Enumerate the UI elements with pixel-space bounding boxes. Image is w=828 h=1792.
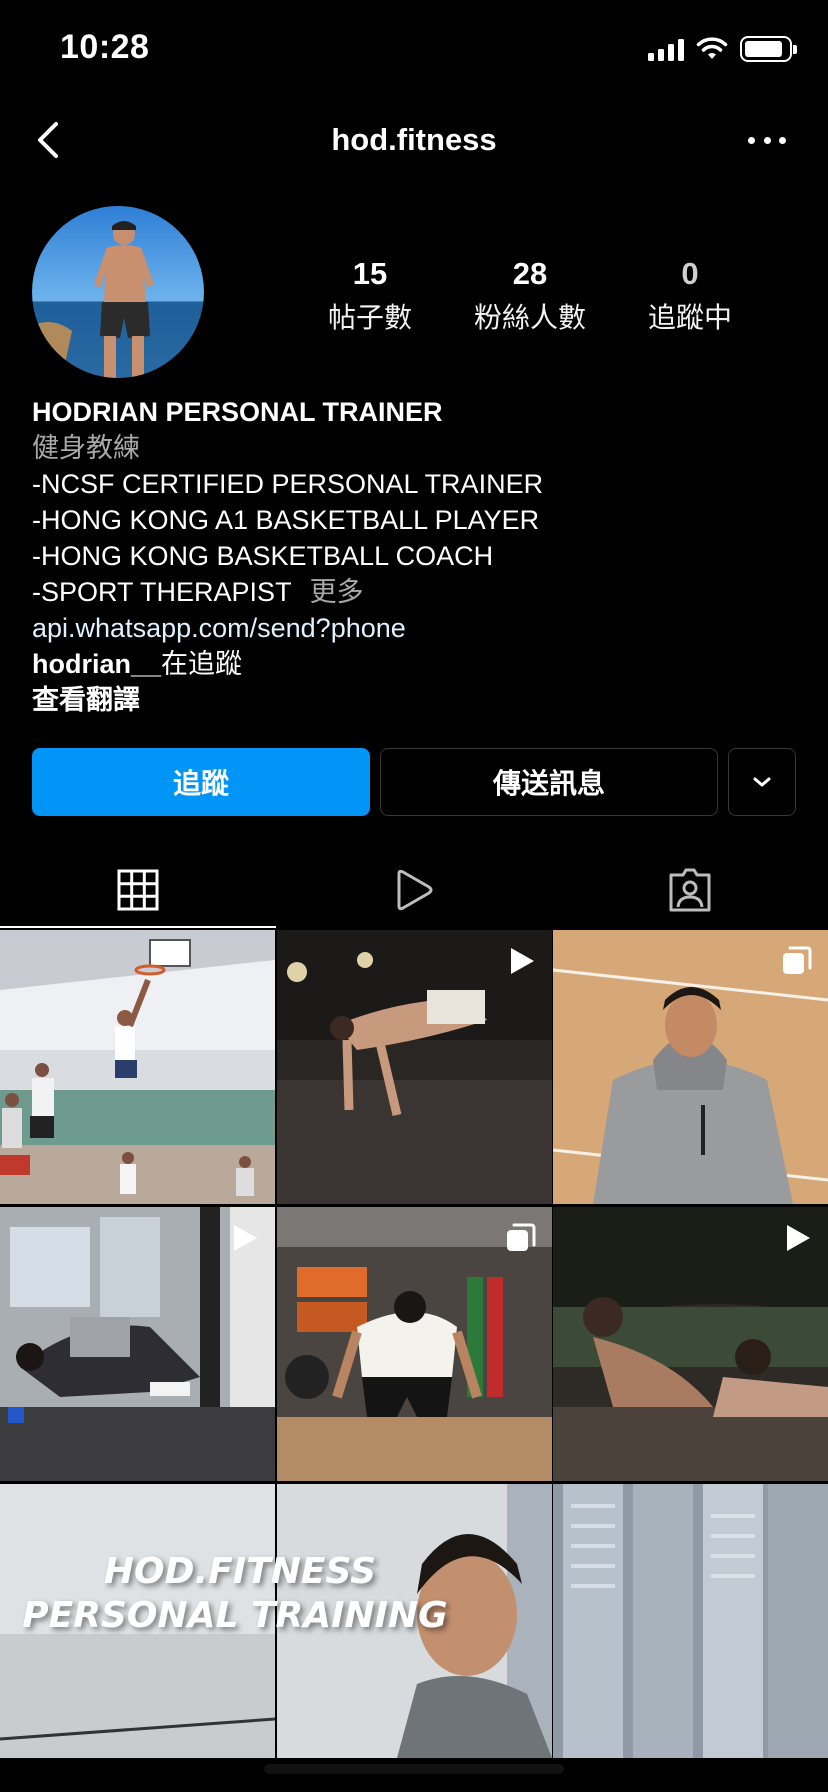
see-translation-link[interactable]: 查看翻譯	[32, 682, 802, 718]
bio-line: -SPORT THERAPIST	[32, 577, 292, 607]
stat-following-count: 0	[681, 256, 699, 291]
follow-button[interactable]: 追蹤	[32, 748, 370, 816]
profile-category: 健身教練	[32, 433, 140, 463]
top-nav-bar: hod.fitness	[0, 100, 828, 180]
status-bar: 10:28	[0, 0, 828, 100]
tagged-person-icon	[669, 868, 711, 912]
stat-followers-label: 粉絲人數	[473, 302, 586, 333]
stat-followers-count: 28	[512, 256, 548, 291]
status-icons	[648, 36, 797, 62]
carousel-badge-icon	[783, 946, 812, 974]
followed-by-line[interactable]: hodrian__在追蹤	[32, 646, 802, 682]
stat-posts-count: 15	[352, 256, 388, 291]
post-thumbnail[interactable]	[0, 1207, 275, 1481]
reels-play-icon	[397, 869, 433, 911]
followed-by-suffix: 在追蹤	[161, 649, 243, 679]
carousel-badge-icon	[506, 1223, 535, 1251]
stat-following[interactable]: 0 追蹤中	[610, 256, 770, 336]
stat-following-label: 追蹤中	[647, 302, 732, 333]
profile-tabs	[0, 850, 828, 930]
profile-username-title: hod.fitness	[331, 122, 497, 157]
tab-tagged[interactable]	[552, 850, 828, 930]
wifi-icon	[696, 37, 728, 59]
followed-by-username[interactable]: hodrian__	[32, 649, 161, 679]
grid-icon	[117, 869, 159, 911]
tab-reels[interactable]	[276, 850, 552, 930]
status-time: 10:28	[60, 28, 150, 66]
stat-posts[interactable]: 15 帖子數	[290, 256, 450, 336]
profile-display-name: HODRIAN PERSONAL TRAINER	[32, 397, 443, 427]
profile-stats: 15 帖子數 28 粉絲人數 0 追蹤中	[290, 256, 790, 336]
cellular-signal-icon	[648, 37, 684, 61]
profile-bio: HODRIAN PERSONAL TRAINER 健身教練 -NCSF CERT…	[32, 394, 802, 718]
bio-website-link[interactable]: api.whatsapp.com/send?phone	[32, 610, 802, 646]
post-thumbnail[interactable]	[553, 1207, 828, 1481]
post-thumbnail[interactable]	[553, 930, 828, 1204]
more-horizontal-icon[interactable]	[742, 120, 792, 160]
video-badge-icon	[787, 1225, 810, 1251]
post-overlay-text: HOD.FITNESS PERSONAL TRAINING	[0, 1550, 470, 1638]
post-thumbnail[interactable]	[0, 930, 275, 1204]
video-badge-icon	[234, 1225, 257, 1251]
profile-avatar[interactable]	[32, 206, 204, 378]
home-indicator	[264, 1764, 564, 1774]
post-thumbnail[interactable]	[276, 930, 552, 1204]
tab-grid[interactable]	[0, 850, 276, 930]
stat-posts-label: 帖子數	[327, 302, 412, 333]
message-button[interactable]: 傳送訊息	[380, 748, 718, 816]
bio-line-last: -SPORT THERAPIST 更多	[32, 574, 802, 610]
bio-line: -NCSF CERTIFIED PERSONAL TRAINER	[32, 469, 544, 499]
video-badge-icon	[510, 948, 534, 974]
active-tab-indicator	[0, 926, 276, 928]
bio-line: -HONG KONG BASKETBALL COACH	[32, 541, 494, 571]
stat-followers[interactable]: 28 粉絲人數	[450, 256, 610, 336]
bio-more-link[interactable]: 更多	[310, 577, 364, 607]
bio-line: -HONG KONG A1 BASKETBALL PLAYER	[32, 505, 540, 535]
chevron-down-icon	[753, 777, 771, 787]
post-thumbnail[interactable]	[553, 1484, 828, 1758]
post-overlay-line: PERSONAL TRAINING	[22, 1595, 448, 1636]
post-thumbnail[interactable]	[276, 1207, 552, 1481]
post-overlay-line: HOD.FITNESS	[103, 1551, 377, 1592]
suggested-accounts-button[interactable]	[728, 748, 796, 816]
battery-icon	[740, 36, 797, 62]
